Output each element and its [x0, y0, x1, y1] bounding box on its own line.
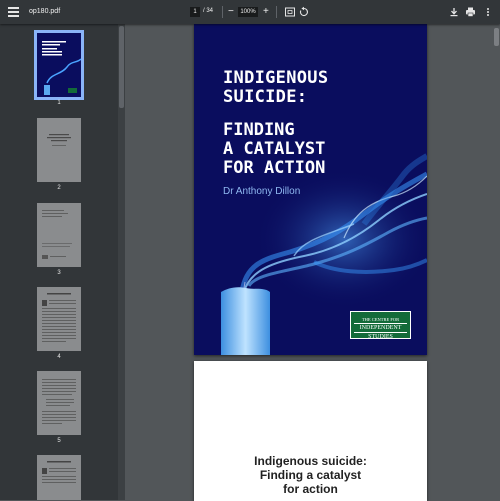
cover-title-line: FINDING — [223, 120, 295, 140]
logo-line: STUDIES — [368, 334, 393, 340]
thumbnail-art — [42, 293, 76, 342]
thumbnail-art — [42, 210, 72, 259]
thumbnail-label: 1 — [57, 100, 61, 106]
menu-icon[interactable] — [8, 7, 19, 17]
thumbnail-page-4[interactable]: 4 — [37, 287, 81, 360]
cover-author: Dr Anthony Dillon — [223, 186, 301, 197]
thumbnail-art — [47, 134, 71, 146]
page-number-input[interactable]: 1 — [190, 7, 200, 17]
thumbnail-art — [42, 379, 76, 424]
print-icon[interactable] — [465, 6, 476, 18]
sidebar-scrollbar[interactable] — [118, 24, 125, 500]
pdf-page-2: Indigenous suicide: Finding a catalyst f… — [194, 361, 427, 501]
page2-title-line: Finding a catalyst — [259, 468, 362, 482]
cover-title-bottom: FINDING A CATALYST FOR ACTION — [223, 121, 325, 178]
toolbar-divider — [222, 6, 223, 18]
cover-title-line: A CATALYST — [223, 139, 326, 159]
thumbnail-page-3[interactable]: 3 — [37, 203, 81, 276]
thumbnail-page-1[interactable]: 1 — [34, 30, 84, 106]
cover-thumbnail-art — [37, 33, 82, 97]
toolbar-divider — [276, 6, 277, 18]
file-name: op180.pdf — [29, 8, 61, 15]
publisher-logo: THE CENTRE FOR INDEPENDENT STUDIES — [350, 311, 411, 340]
thumbnail-page-5[interactable]: 5 — [37, 371, 81, 444]
logo-line: THE CENTRE FOR — [361, 317, 400, 322]
document-scrollbar-thumb[interactable] — [494, 28, 499, 46]
page2-title-line: Indigenous suicide: — [254, 454, 367, 468]
pdf-page-1: INDIGENOUS SUICIDE: FINDING A CATALYST F… — [194, 24, 427, 355]
page2-title: Indigenous suicide: Finding a catalyst f… — [194, 454, 427, 496]
document-scrollbar[interactable] — [493, 24, 500, 500]
logo-line: INDEPENDENT — [354, 323, 407, 333]
cover-title-line: SUICIDE: — [223, 87, 308, 107]
download-icon[interactable] — [449, 6, 459, 18]
thumbnail-page-6[interactable] — [37, 455, 81, 500]
thumbnail-label: 4 — [57, 354, 61, 360]
cover-title-line: INDIGENOUS — [223, 68, 329, 88]
cover-title-line: FOR ACTION — [223, 158, 326, 178]
sidebar-scrollbar-thumb[interactable] — [119, 26, 124, 108]
zoom-level-input[interactable]: 100% — [238, 7, 258, 17]
zoom-in-button[interactable]: + — [263, 6, 269, 18]
page-count: / 34 — [203, 8, 214, 14]
more-options-icon[interactable] — [485, 6, 491, 18]
pdf-toolbar: op180.pdf 1 / 34 − 100% + — [0, 0, 500, 24]
zoom-out-button[interactable]: − — [228, 6, 234, 18]
fit-to-page-icon[interactable] — [285, 6, 295, 18]
thumbnail-label: 5 — [57, 438, 61, 444]
cover-title-top: INDIGENOUS SUICIDE: — [223, 69, 328, 107]
thumbnail-sidebar[interactable]: 1 2 3 4 5 — [0, 24, 118, 500]
thumbnail-label: 2 — [57, 185, 61, 191]
page2-title-line: for action — [283, 482, 338, 496]
thumbnail-label: 3 — [57, 270, 61, 276]
thumbnail-art — [42, 461, 76, 483]
rotate-icon[interactable] — [299, 6, 309, 18]
thumbnail-page-2[interactable]: 2 — [37, 118, 81, 191]
